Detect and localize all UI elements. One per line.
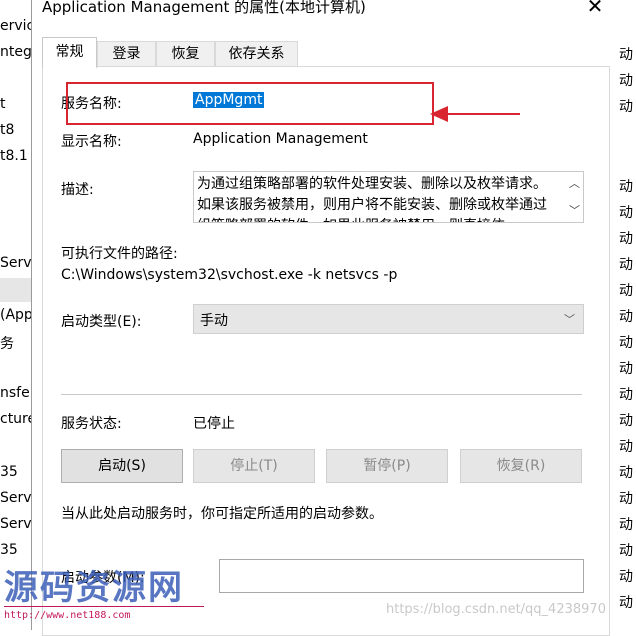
description-scrollbar[interactable]: ︿ ﹀: [565, 172, 583, 222]
divider: [61, 394, 582, 395]
description-box[interactable]: 为通过组策略部署的软件处理安装、删除以及枚举请求。如果该服务被禁用，则用户将不能…: [193, 171, 584, 223]
watermark-logo: 源码资源网: [4, 568, 184, 608]
bg-item: 动: [619, 491, 633, 507]
stop-button[interactable]: 停止(T): [193, 449, 315, 483]
watermark-url: http://www.net188.com: [4, 610, 131, 621]
watermark-underline: [4, 606, 204, 607]
bg-item: 动: [619, 413, 633, 429]
resume-button[interactable]: 恢复(R): [460, 449, 582, 483]
service-status-value: 已停止: [193, 416, 235, 432]
start-params-input[interactable]: [219, 559, 584, 593]
bg-item: 动: [619, 73, 633, 89]
chevron-down-icon: ﹀: [564, 313, 575, 326]
exe-path-value[interactable]: C:\Windows\system32\svchost.exe -k netsv…: [61, 267, 397, 283]
bg-item: 务: [0, 336, 14, 352]
bg-item: 动: [619, 361, 633, 377]
title-bar[interactable]: Application Management 的属性(本地计算机) ✕: [32, 0, 613, 26]
description-label: 描述:: [61, 182, 94, 198]
tab-logon[interactable]: 登录: [97, 41, 156, 67]
bg-item: 动: [619, 99, 633, 115]
scroll-down-icon[interactable]: ﹀: [569, 202, 580, 218]
general-panel: 服务名称: AppMgmt 显示名称: Application Manageme…: [42, 66, 610, 636]
close-icon[interactable]: ✕: [583, 0, 607, 18]
bg-item: 动: [619, 439, 633, 455]
bg-item: 动: [619, 335, 633, 351]
display-name-label: 显示名称:: [61, 134, 122, 150]
bg-item: 动: [619, 465, 633, 481]
startup-type-dropdown[interactable]: 手动 ﹀: [193, 304, 584, 334]
bg-item: 动: [619, 231, 633, 247]
pause-button[interactable]: 暂停(P): [326, 449, 448, 483]
background-services-list-right: 动 动 动 动 动 动 动 动 动 动 动 动 动 动 动 动 动 动 动 动: [612, 0, 636, 630]
bg-item: 35: [0, 464, 18, 480]
bg-item: 动: [619, 543, 633, 559]
bg-item: t: [0, 96, 6, 112]
bg-item: 动: [619, 47, 633, 63]
exe-path-label: 可执行文件的路径:: [61, 246, 178, 262]
scroll-up-icon[interactable]: ︿: [569, 175, 580, 191]
bg-item: t8: [0, 122, 15, 138]
annotation-arrow-icon: [430, 106, 520, 122]
bg-item: 35: [0, 542, 18, 558]
bg-item: (App: [0, 307, 33, 323]
bg-item: 动: [619, 257, 633, 273]
bg-item: 动: [619, 283, 633, 299]
bg-item: 动: [619, 595, 633, 611]
bg-item: 动: [619, 517, 633, 533]
bg-item: 动: [619, 205, 633, 221]
tab-dependencies[interactable]: 依存关系: [215, 41, 298, 67]
window-title: Application Management 的属性(本地计算机): [42, 0, 366, 16]
start-params-hint: 当从此处启动服务时，你可指定所适用的启动参数。: [61, 506, 383, 522]
bg-item: 动: [619, 179, 633, 195]
startup-type-label: 启动类型(E):: [61, 314, 142, 330]
bg-item: 动: [619, 569, 633, 585]
description-text: 为通过组策略部署的软件处理安装、删除以及枚举请求。如果该服务被禁用，则用户将不能…: [197, 176, 547, 222]
service-status-label: 服务状态:: [61, 416, 122, 432]
bg-item: 动: [619, 309, 633, 325]
bg-item: 动: [619, 387, 633, 403]
startup-type-value: 手动: [200, 313, 228, 329]
watermark-blog-url: https://blog.csdn.net/qq_4238970: [386, 602, 606, 617]
start-button[interactable]: 启动(S): [61, 449, 183, 483]
bg-item: t8.1: [0, 148, 28, 164]
annotation-highlight-box: [66, 82, 434, 125]
tab-general[interactable]: 常规: [42, 37, 97, 68]
display-name-value[interactable]: Application Management: [193, 131, 368, 147]
tab-recovery[interactable]: 恢复: [156, 41, 215, 67]
